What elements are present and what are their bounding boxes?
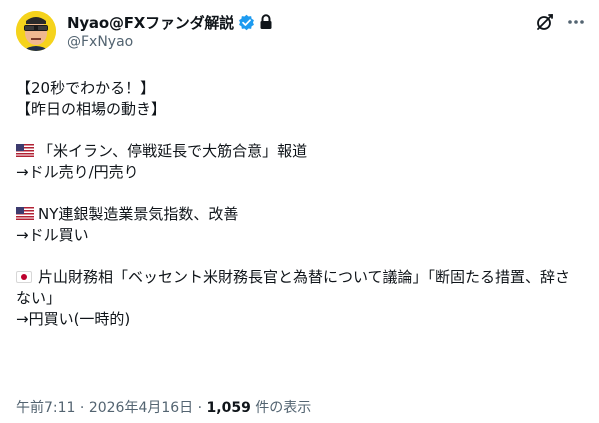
tweet-item-headline: 片山財務相「ベッセント米財務長官と為替について議論」「断固たる措置、辞さない」 bbox=[16, 268, 571, 307]
views-label: 件の表示 bbox=[250, 400, 312, 416]
more-icon[interactable] bbox=[566, 14, 586, 30]
lock-icon bbox=[259, 14, 273, 30]
us-flag-icon bbox=[16, 205, 34, 220]
avatar-image bbox=[16, 11, 56, 51]
meta-separator: · bbox=[193, 400, 207, 416]
meta-separator: · bbox=[75, 400, 89, 416]
tweet-item-effect: →ドル売り/円売り bbox=[16, 163, 139, 181]
author-display-name[interactable]: Nyao@FXファンダ解説 bbox=[67, 12, 234, 33]
us-flag-icon bbox=[16, 142, 34, 157]
tweet-item-effect: →ドル買い bbox=[16, 226, 89, 244]
grok-icon[interactable] bbox=[535, 12, 555, 32]
tweet-line: 【20秒でわかる！】 bbox=[16, 79, 156, 97]
tweet-item-effect: →円買い(一時的) bbox=[16, 310, 131, 328]
tweet-text: 【20秒でわかる！】 【昨日の相場の動き】 「米イラン、停戦延長で大筋合意」報道… bbox=[16, 78, 582, 330]
jp-flag-icon bbox=[16, 271, 32, 283]
verified-badge-icon bbox=[238, 14, 255, 31]
tweet-date[interactable]: 2026年4月16日 bbox=[89, 400, 193, 416]
tweet-line: 【昨日の相場の動き】 bbox=[16, 100, 167, 118]
tweet-item-headline: NY連銀製造業景気指数、改善 bbox=[16, 204, 582, 225]
views-count: 1,059 bbox=[206, 400, 251, 416]
avatar[interactable] bbox=[16, 11, 56, 51]
tweet-meta: 午前7:11 · 2026年4月16日 · 1,059 件の表示 bbox=[16, 397, 311, 417]
tweet-item-headline: 「米イラン、停戦延長で大筋合意」報道 bbox=[16, 141, 582, 162]
author-handle[interactable]: @FxNyao bbox=[67, 34, 133, 50]
tweet-time[interactable]: 午前7:11 bbox=[16, 400, 75, 416]
